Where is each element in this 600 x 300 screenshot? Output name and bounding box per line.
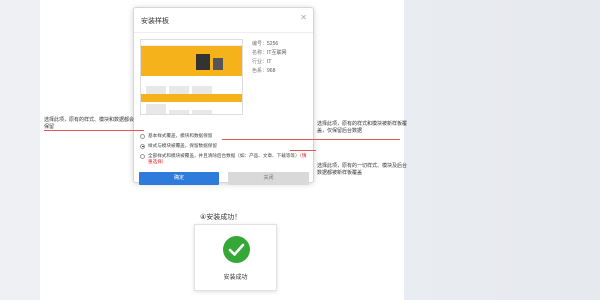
dialog-title: 安装样板 — [141, 18, 169, 25]
option-keep-data[interactable]: 样式与模块被覆盖，保留数据保留 — [140, 143, 310, 149]
step-label: ④安装成功！ — [200, 214, 242, 221]
dialog-divider — [134, 32, 313, 33]
left-backdrop — [0, 0, 40, 300]
option-label: 基本样式覆盖，模块和数据保留 — [148, 133, 213, 138]
check-circle-icon — [223, 236, 250, 263]
option-overwrite-all[interactable]: 全部样式和模块被覆盖，并且清除后台数据（如：产品、文章、下载等等）（慎重选择） — [140, 153, 310, 165]
confirm-button[interactable]: 确定 — [139, 172, 219, 185]
meta-row-color: 色系：968 — [252, 68, 276, 74]
close-icon[interactable]: ✕ — [300, 13, 307, 22]
right-backdrop — [404, 0, 600, 300]
success-text: 安装成功 — [223, 275, 248, 281]
annotation-line-right-bottom — [290, 150, 316, 151]
annotation-left: 选择此项，原有的样式、模块和数据都会保留 — [44, 117, 135, 130]
meta-row-name: 名称：IT互联网 — [252, 50, 287, 56]
install-success-panel: 安装成功 — [194, 224, 277, 291]
radio-overwrite-all[interactable] — [140, 153, 145, 159]
close-button[interactable]: 关闭 — [228, 172, 309, 185]
option-label: 全部样式和模块被覆盖，并且清除后台数据（如：产品、文章、下载等等）（慎重选择） — [148, 153, 307, 164]
meta-row-industry: 行业：IT — [252, 59, 272, 65]
install-template-dialog: 安装样板 ✕ 编号：5256 名称：IT互联网 行业：IT 色系：968 基本样… — [133, 7, 314, 185]
annotation-line-right-top — [222, 139, 400, 140]
radio-keep-all[interactable] — [140, 133, 145, 139]
annotation-right-bottom: 选择此项，原有的一切样式、模块及后台数据都被新样板覆盖 — [317, 163, 408, 176]
radio-keep-data[interactable] — [140, 143, 145, 149]
meta-row-id: 编号：5256 — [252, 41, 279, 47]
annotation-right-top: 选择此项，原有的样式和模块被新样板覆盖，仅保留后台数据 — [317, 121, 408, 134]
template-preview-image — [140, 39, 243, 115]
option-label: 样式与模块被覆盖，保留数据保留 — [148, 143, 217, 148]
template-meta: 编号：5256 名称：IT互联网 行业：IT 色系：968 — [252, 40, 286, 76]
annotation-line-left — [44, 130, 144, 131]
